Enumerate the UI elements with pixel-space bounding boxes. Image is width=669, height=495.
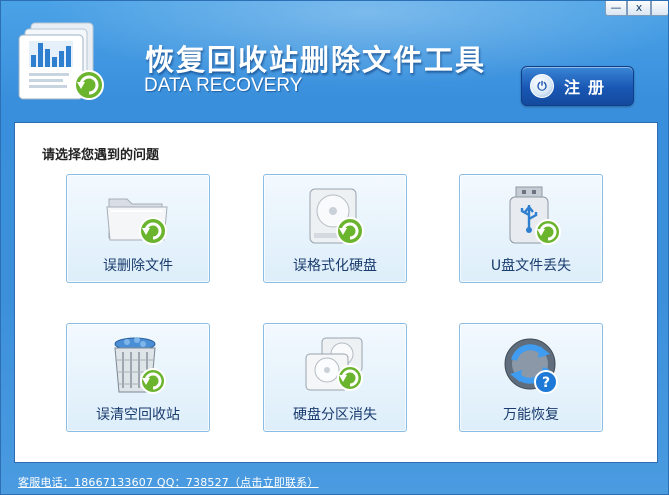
option-usb-files-lost[interactable]: U盘文件丢失 [459,174,603,283]
option-deleted-files[interactable]: 误删除文件 [66,174,210,283]
register-button[interactable]: ⏻ 注册 [521,66,634,106]
harddisk-recover-icon [300,185,372,249]
customer-service-link[interactable]: 客服电话：18667133607 QQ：738527（点击立即联系） [18,474,319,490]
option-label: 误清空回收站 [96,407,180,423]
option-label: 误删除文件 [103,258,173,274]
option-universal-recovery[interactable]: ? 万能恢复 [459,323,603,432]
option-label: U盘文件丢失 [490,258,572,274]
app-logo-icon [17,19,115,103]
app-window: 恢复回收站删除文件工具 DATA RECOVERY — x ⏻ 注册 请选择您遇… [0,0,669,495]
close-button[interactable]: x [627,1,651,16]
option-formatted-disk[interactable]: 误格式化硬盘 [263,174,407,283]
option-emptied-recycle-bin[interactable]: 误清空回收站 [66,323,210,432]
app-subtitle: DATA RECOVERY [144,75,303,96]
partition-recover-icon [300,334,372,398]
option-label: 误格式化硬盘 [293,258,377,274]
svg-text:?: ? [542,375,550,391]
usb-drive-recover-icon [496,185,568,249]
app-title: 恢复回收站删除文件工具 [145,43,487,77]
recycle-bin-recover-icon [103,334,175,398]
options-panel: 请选择您遇到的问题 误删除文件 误格式化硬盘 U盘文件丢失 误清空回收站 硬盘分… [14,122,658,463]
minimize-button[interactable]: — [605,1,627,16]
option-partition-missing[interactable]: 硬盘分区消失 [263,323,407,432]
folder-recover-icon [103,185,175,249]
panel-heading: 请选择您遇到的问题 [42,148,160,163]
register-label: 注册 [564,78,613,97]
option-label: 万能恢复 [503,407,559,423]
window-edge-button [651,1,668,16]
power-icon: ⏻ [530,74,554,98]
option-label: 硬盘分区消失 [293,407,377,423]
universal-recover-icon: ? [496,334,568,398]
